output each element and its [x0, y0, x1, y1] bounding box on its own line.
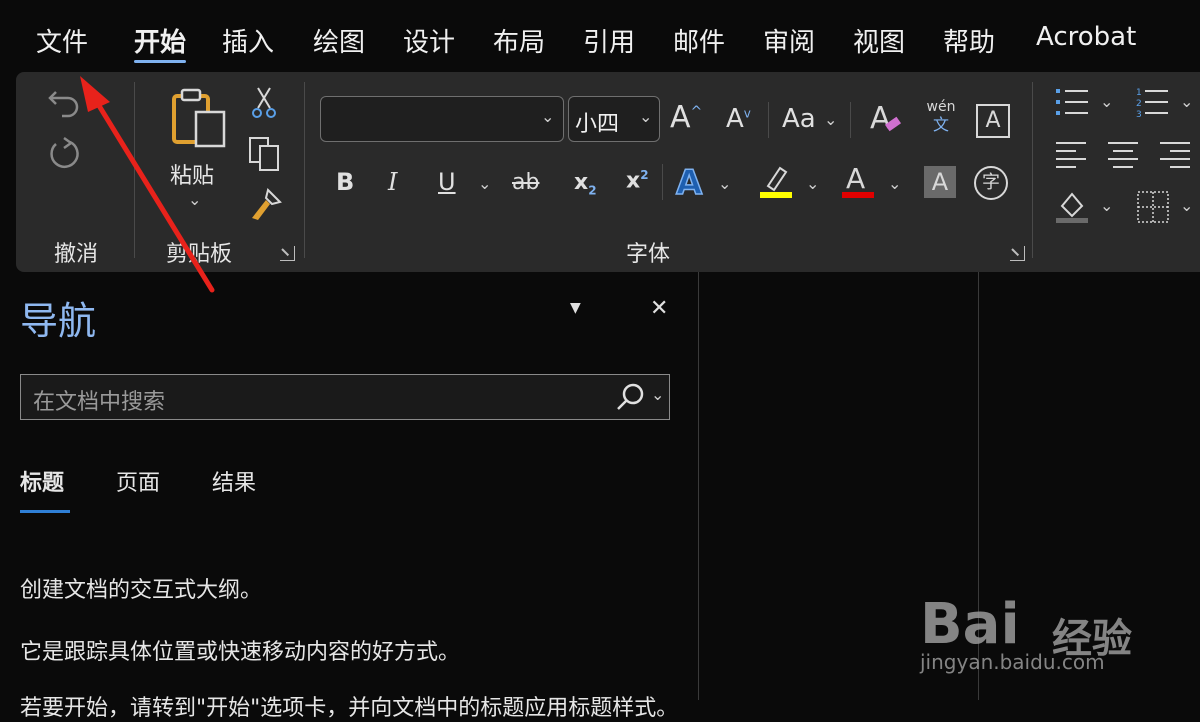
watermark-brand: Bai — [920, 592, 1020, 657]
baidu-watermark: Bai 经验 jingyan.baidu.com — [920, 570, 1190, 690]
watermark-url: jingyan.baidu.com — [920, 650, 1105, 674]
